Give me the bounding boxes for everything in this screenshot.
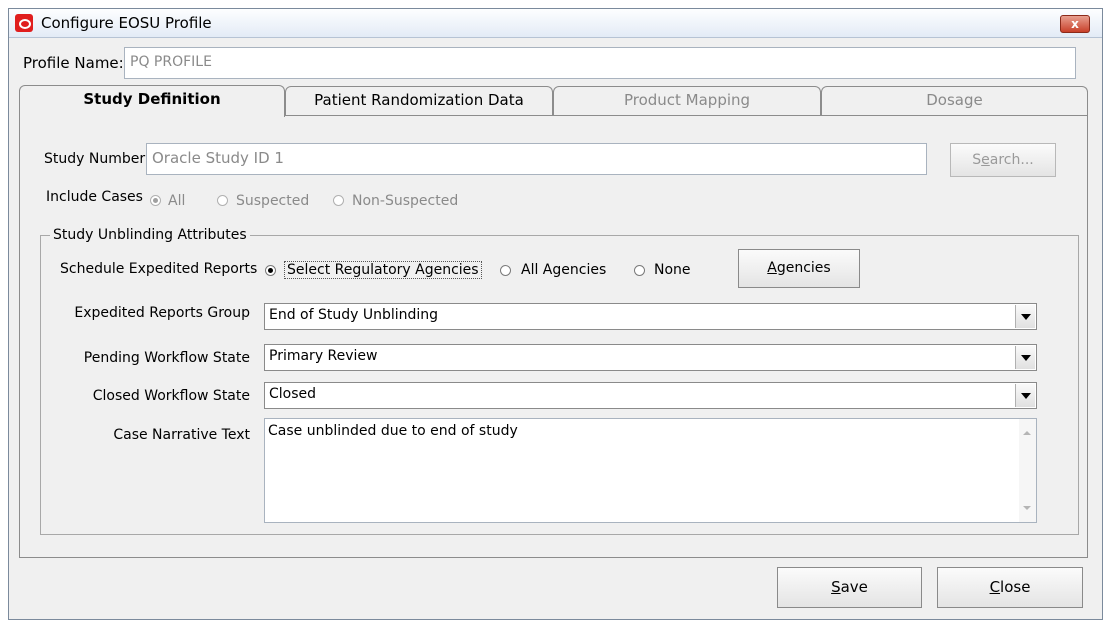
include-all-label: All [168, 193, 186, 209]
configure-eosu-profile-dialog: Configure EOSU Profile x Profile Name: P… [8, 8, 1103, 620]
expedited-reports-group-select[interactable]: End of Study Unblinding [264, 303, 1037, 330]
all-agencies-label: All Agencies [521, 262, 607, 278]
include-non-suspected-label: Non-Suspected [352, 193, 459, 209]
include-suspected-radio[interactable] [217, 195, 228, 206]
include-cases-label: Include Cases [46, 189, 143, 205]
case-narrative-value: Case unblinded due to end of study [268, 423, 518, 439]
expedited-reports-group-value: End of Study Unblinding [269, 307, 439, 323]
tab-product-mapping[interactable]: Product Mapping [553, 86, 821, 115]
study-definition-panel: Study Number Oracle Study ID 1 Search...… [19, 115, 1088, 558]
none-radio[interactable] [634, 265, 645, 276]
search-button-mnemonic: e [981, 152, 990, 168]
tab-dosage[interactable]: Dosage [821, 86, 1088, 115]
search-button-label: S [972, 152, 982, 168]
oracle-app-icon [15, 14, 33, 32]
pending-workflow-state-label: Pending Workflow State [83, 350, 250, 366]
close-button-label: lose [1000, 578, 1031, 596]
profile-name-label: Profile Name: [23, 54, 124, 72]
select-regulatory-agencies-label: Select Regulatory Agencies [284, 261, 482, 279]
expedited-reports-group-label: Expedited Reports Group [74, 305, 250, 321]
pending-workflow-state-select[interactable]: Primary Review [264, 344, 1037, 371]
search-button-label-rest: arch... [989, 152, 1034, 168]
chevron-down-icon[interactable] [1015, 346, 1035, 369]
chevron-down-icon[interactable] [1015, 305, 1035, 328]
include-suspected-label: Suspected [236, 193, 310, 209]
save-button[interactable]: Save [777, 567, 922, 608]
study-unblinding-group-title: Study Unblinding Attributes [50, 227, 250, 243]
agencies-button[interactable]: Agencies [738, 249, 860, 288]
all-agencies-radio[interactable] [500, 265, 511, 276]
tab-study-definition[interactable]: Study Definition [19, 85, 285, 117]
include-all-radio[interactable] [150, 195, 161, 206]
closed-workflow-state-select[interactable]: Closed [264, 382, 1037, 409]
include-non-suspected-radio[interactable] [333, 195, 344, 206]
tab-patient-randomization-data[interactable]: Patient Randomization Data [285, 86, 553, 115]
select-regulatory-agencies-radio[interactable] [265, 265, 276, 276]
save-button-label: ave [840, 578, 868, 596]
profile-name-field[interactable]: PQ PROFILE [124, 47, 1076, 79]
study-number-field[interactable]: Oracle Study ID 1 [146, 143, 927, 175]
close-button[interactable]: Close [937, 567, 1083, 608]
chevron-down-icon[interactable] [1015, 384, 1035, 407]
save-button-mnemonic: S [831, 578, 841, 596]
close-button-mnemonic: C [989, 578, 1001, 596]
closed-workflow-state-value: Closed [269, 386, 317, 402]
scroll-down-icon[interactable] [1023, 506, 1031, 510]
agencies-button-mnemonic: A [767, 260, 777, 276]
search-button[interactable]: Search... [950, 143, 1056, 177]
title-bar[interactable]: Configure EOSU Profile x [9, 9, 1102, 38]
schedule-expedited-reports-label: Schedule Expedited Reports [60, 261, 258, 277]
scroll-up-icon[interactable] [1023, 431, 1031, 435]
case-narrative-textarea[interactable]: Case unblinded due to end of study [264, 418, 1037, 523]
none-label: None [654, 262, 691, 278]
window-close-button[interactable]: x [1060, 15, 1090, 33]
narrative-scrollbar[interactable] [1019, 419, 1036, 522]
window-title: Configure EOSU Profile [41, 14, 212, 32]
agencies-button-label: gencies [776, 260, 831, 276]
pending-workflow-state-value: Primary Review [269, 348, 378, 364]
closed-workflow-state-label: Closed Workflow State [92, 388, 250, 404]
case-narrative-text-label: Case Narrative Text [113, 427, 250, 443]
study-number-label: Study Number [44, 151, 146, 167]
